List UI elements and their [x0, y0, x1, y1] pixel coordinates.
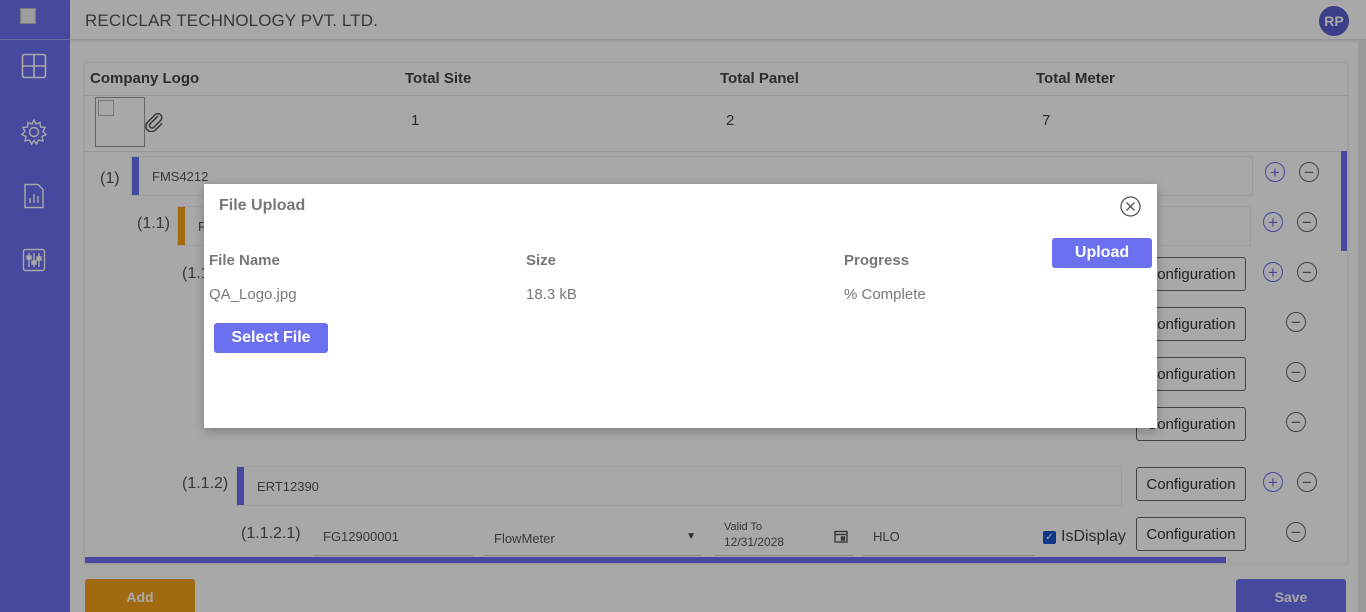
select-file-button[interactable]: Select File — [214, 323, 328, 353]
file-size-value: 18.3 kB — [526, 286, 577, 303]
file-progress-value: % Complete — [844, 286, 926, 303]
file-upload-dialog: File Upload Upload File Name Size Progre… — [204, 184, 1157, 428]
column-size: Size — [526, 252, 557, 269]
close-icon[interactable] — [1120, 196, 1141, 217]
column-file-name: File Name — [209, 252, 280, 269]
column-progress: Progress — [844, 252, 910, 269]
file-name-value: QA_Logo.jpg — [209, 286, 297, 303]
dialog-title: File Upload — [219, 197, 306, 214]
upload-button[interactable]: Upload — [1052, 238, 1152, 268]
